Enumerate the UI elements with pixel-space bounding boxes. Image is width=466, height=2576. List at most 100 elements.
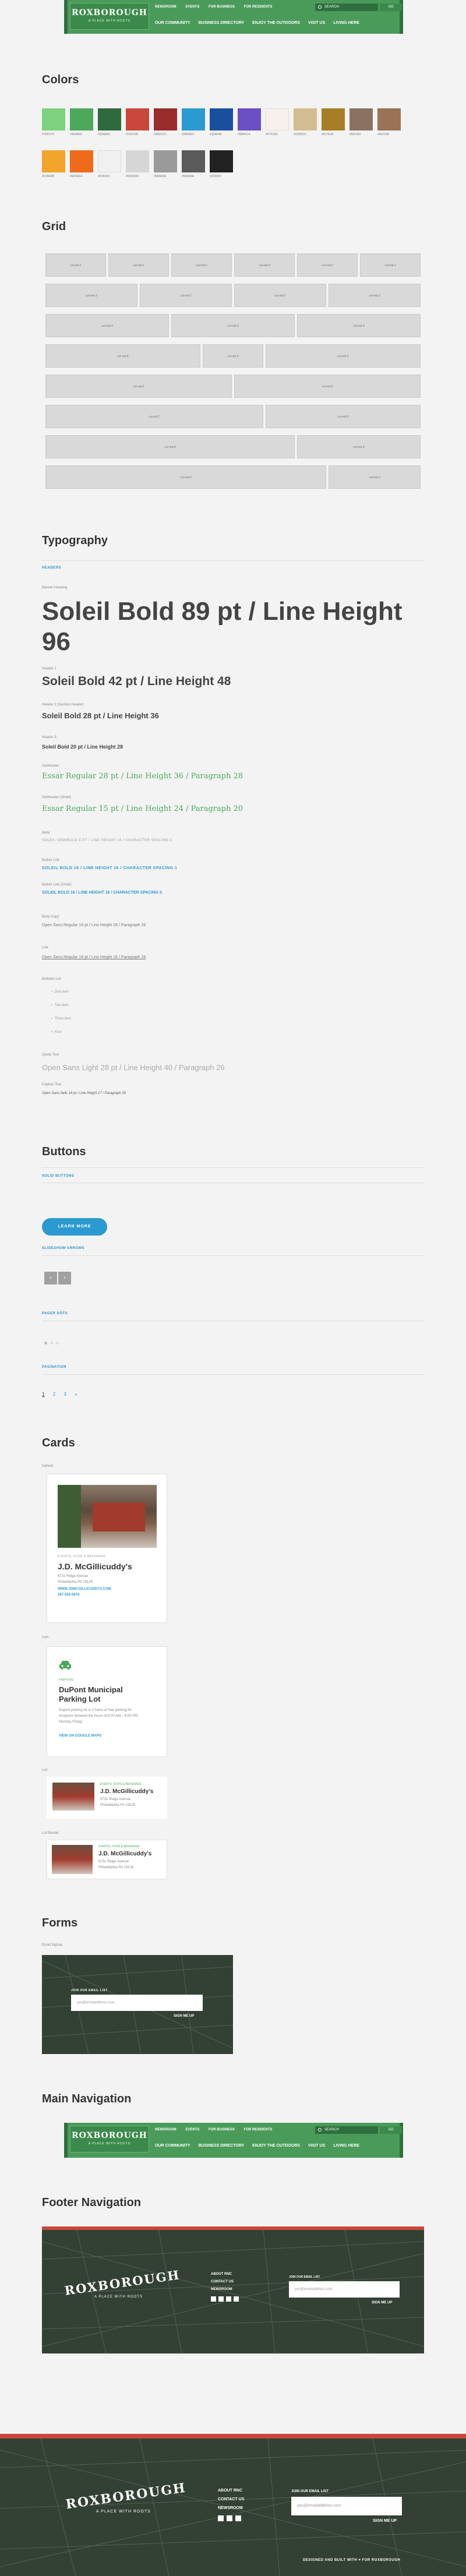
color-swatch-label: #EF6A1A: [70, 175, 83, 178]
nav-link-events[interactable]: EVENTS: [185, 2128, 199, 2132]
logo-name: ROXBOROUGH: [72, 2131, 147, 2140]
email-input[interactable]: you@emailaddress.com: [289, 2281, 400, 2298]
color-swatch-label: #6B4FC4: [238, 133, 250, 136]
pager-dot-active[interactable]: [44, 1342, 47, 1345]
footer-link-contact[interactable]: CONTACT US: [218, 2495, 244, 2504]
page-link-current[interactable]: 1: [42, 1392, 44, 1397]
instagram-icon[interactable]: [235, 2515, 241, 2521]
sign-me-up-button[interactable]: SIGN ME UP: [373, 2519, 397, 2523]
footer-link-contact[interactable]: CONTACT US: [211, 2278, 234, 2286]
nav-link-business-directory[interactable]: BUSINESS DIRECTORY: [199, 21, 245, 25]
nav-link-living-here[interactable]: LIVING HERE: [333, 21, 359, 25]
pager-dot[interactable]: [50, 1342, 53, 1345]
list-card[interactable]: EVENTS, FOOD & BEVERAGE J.D. McGillicudd…: [47, 1777, 167, 1819]
footer-link-about[interactable]: ABOUT RNC: [211, 2271, 234, 2278]
facebook-icon[interactable]: [211, 2296, 216, 2302]
nav-link-for-residents[interactable]: FOR RESIDENTS: [244, 5, 273, 9]
color-swatch: [210, 150, 233, 172]
icon-card[interactable]: PARKING DuPont Municipal Parking Lot Dup…: [47, 1646, 167, 1757]
twitter-icon[interactable]: [227, 2515, 232, 2521]
buttons-heading: Buttons: [42, 1145, 86, 1158]
nav-link-visit-us[interactable]: VISIT US: [308, 21, 325, 25]
nav-link-business-directory[interactable]: BUSINESS DIRECTORY: [199, 2144, 245, 2148]
button-link-small-sample[interactable]: SOLEIL BOLD 16 / LINE HEIGHT 16 / CHARAC…: [42, 891, 162, 895]
nav-link-our-community[interactable]: OUR COMMUNITY: [155, 2144, 190, 2148]
card-category: PARKING: [59, 1678, 74, 1682]
join-email-label: JOIN OUR EMAIL LIST: [71, 1989, 108, 1992]
pager-dot[interactable]: [56, 1342, 59, 1345]
bullet-text: Three item: [54, 1017, 72, 1021]
card-title[interactable]: J.D. McGillicuddy's: [98, 1851, 151, 1857]
facebook-icon[interactable]: [218, 2515, 224, 2521]
list-border-card[interactable]: EVENTS, FOOD & BEVERAGE J.D. McGillicudd…: [47, 1840, 167, 1879]
nav-link-for-business[interactable]: FOR BUSINESS: [209, 2128, 235, 2132]
meta-sample: SOLEIL SEMIBOLD 8 PT / LINE HEIGHT 16 / …: [42, 839, 172, 842]
search-go-button[interactable]: GO: [380, 2126, 402, 2134]
google-maps-link[interactable]: VIEW ON GOOGLE MAPS: [59, 1734, 101, 1738]
footer-link-about[interactable]: ABOUT RNC: [218, 2486, 244, 2495]
email-input[interactable]: you@emailaddress.com: [71, 1995, 203, 2011]
color-swatch: [70, 150, 93, 172]
email-input[interactable]: you@emailaddress.com: [291, 2497, 402, 2515]
nav-link-newsroom[interactable]: NEWSROOM: [155, 2128, 176, 2132]
email-signup-label: Email Signup: [42, 1943, 63, 1947]
next-arrow-button[interactable]: ›: [58, 1272, 71, 1285]
nav-link-for-residents[interactable]: FOR RESIDENTS: [244, 2128, 273, 2132]
prev-arrow-button[interactable]: ‹: [44, 1272, 57, 1285]
color-swatch-label: #A77E25: [322, 133, 334, 136]
nav-link-for-business[interactable]: FOR BUSINESS: [209, 5, 235, 9]
color-swatch: [266, 108, 289, 130]
page-link[interactable]: 2: [53, 1392, 55, 1397]
sign-me-up-button[interactable]: SIGN ME UP: [372, 2301, 392, 2305]
instagram-icon[interactable]: [226, 2296, 231, 2302]
card-title[interactable]: J.D. McGillicuddy's: [100, 1788, 153, 1795]
grid-column: col-md-5: [266, 344, 421, 368]
default-card[interactable]: EVENTS, FOOD & BEVERAGE J.D. McGillicudd…: [47, 1474, 167, 1623]
color-swatch-label: #7DD17F: [42, 133, 55, 136]
page-link[interactable]: 3: [63, 1392, 66, 1397]
icon-card-label: Icon: [42, 1636, 49, 1639]
color-swatch-label: #C9473B: [126, 133, 138, 136]
site-logo[interactable]: ROXBOROUGH A PLACE WITH ROOTS: [70, 2126, 149, 2152]
main-links: OUR COMMUNITY BUSINESS DIRECTORY ENJOY T…: [155, 21, 366, 25]
color-swatch: [98, 108, 121, 130]
search-go-button[interactable]: GO: [380, 3, 402, 11]
email-icon[interactable]: [234, 2296, 239, 2302]
grid-column: col-md-4: [297, 314, 421, 337]
nav-link-newsroom[interactable]: NEWSROOM: [155, 5, 176, 9]
learn-more-button[interactable]: LEARN MORE: [42, 1218, 107, 1236]
utility-links: NEWSROOM EVENTS FOR BUSINESS FOR RESIDEN…: [155, 5, 280, 9]
top-navigation: ROXBOROUGH A PLACE WITH ROOTS NEWSROOM E…: [64, 0, 403, 34]
nav-link-enjoy-outdoors[interactable]: ENJOY THE OUTDOORS: [252, 21, 300, 25]
page-next-link[interactable]: »: [75, 1392, 77, 1397]
designed-credit: DESIGNED AND BUILT WITH ♥ FOR ROXBOROUGH: [303, 2559, 401, 2562]
card-address-line1: 6731 Ridge Avenue: [100, 1798, 131, 1801]
divider: [42, 560, 424, 561]
bulleted-list-label: Bulleted List: [42, 978, 61, 981]
card-title[interactable]: DuPont Municipal Parking Lot: [59, 1685, 146, 1704]
search-input[interactable]: SEARCH: [315, 2126, 378, 2134]
twitter-icon[interactable]: [218, 2296, 224, 2302]
footer-link-newsroom[interactable]: NEWSROOM: [218, 2504, 244, 2513]
card-title[interactable]: J.D. McGillicuddy's: [58, 1562, 132, 1571]
banner-heading-label: Banner Heading: [42, 586, 68, 590]
site-logo[interactable]: ROXBOROUGH A PLACE WITH ROOTS: [70, 3, 149, 30]
search-input[interactable]: SEARCH: [315, 3, 378, 11]
footer-link-newsroom[interactable]: NEWSROOM: [211, 2286, 234, 2293]
card-image: [52, 1845, 93, 1874]
card-website-link[interactable]: WWW.JDMCGILLICUDDYS.COM: [58, 1587, 111, 1591]
color-swatch: [154, 150, 177, 172]
header1-sample: Soleil Bold 42 pt / Line Height 48: [42, 675, 231, 688]
nav-link-visit-us[interactable]: VISIT US: [308, 2144, 325, 2148]
email-signup-form: JOIN OUR EMAIL LIST you@emailaddress.com…: [42, 1955, 233, 2054]
button-link-sample[interactable]: SOLEIL BOLD 16 / LINE HEIGHT 16 / CHARAC…: [42, 866, 177, 870]
grid-column: col-md-4: [297, 435, 421, 458]
nav-link-enjoy-outdoors[interactable]: ENJOY THE OUTDOORS: [252, 2144, 300, 2148]
sign-me-up-button[interactable]: SIGN ME UP: [174, 2014, 194, 2018]
link-sample[interactable]: Open Sans Regular 16 pt / Line Height 26…: [42, 955, 146, 959]
card-phone-link[interactable]: 267-555-5670: [58, 1593, 79, 1597]
page-footer: ROXBOROUGH A PLACE WITH ROOTS ABOUT RNC …: [0, 2434, 466, 2576]
nav-link-events[interactable]: EVENTS: [185, 5, 199, 9]
nav-link-living-here[interactable]: LIVING HERE: [333, 2144, 359, 2148]
nav-link-our-community[interactable]: OUR COMMUNITY: [155, 21, 190, 25]
